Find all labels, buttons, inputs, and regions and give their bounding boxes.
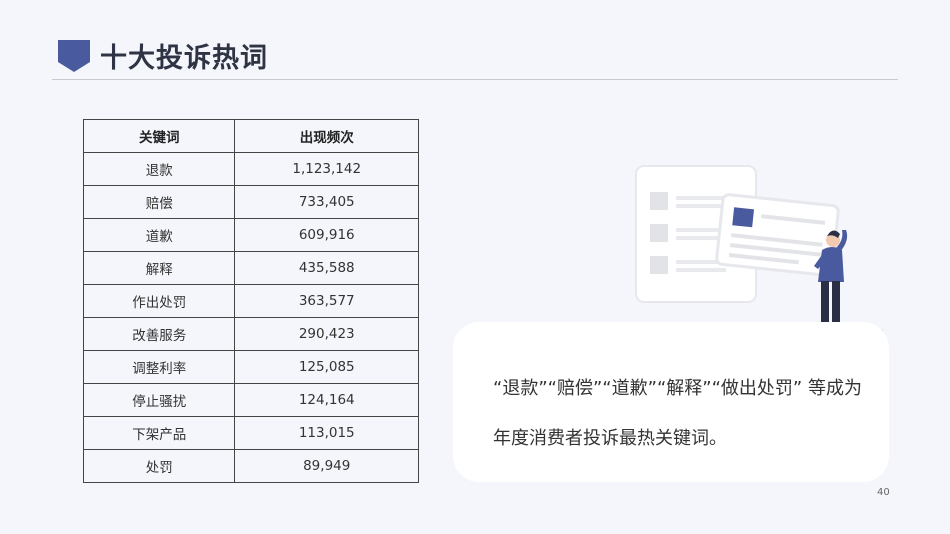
- title-divider: [52, 79, 898, 80]
- summary-card: “退款”“赔偿”“道歉”“解释”“做出处罚” 等成为年度消费者投诉最热关键词。: [453, 322, 889, 482]
- table-row: 作出处罚 363,577: [82, 284, 419, 318]
- table-row: 解释 435,588: [82, 251, 419, 285]
- table-header-row: 关键词 出现频次: [82, 119, 419, 153]
- frequency-cell: 290,423: [234, 317, 419, 351]
- keyword-cell: 调整利率: [82, 350, 236, 384]
- keyword-cell: 作出处罚: [82, 284, 236, 318]
- keyword-cell: 退款: [82, 152, 236, 186]
- keyword-cell: 停止骚扰: [82, 383, 236, 417]
- frequency-cell: 113,015: [234, 416, 419, 450]
- frequency-cell: 124,164: [234, 383, 419, 417]
- page-number: 40: [877, 487, 890, 498]
- table-row: 改善服务 290,423: [82, 317, 419, 351]
- frequency-cell: 363,577: [234, 284, 419, 318]
- frequency-cell: 1,123,142: [234, 152, 419, 186]
- summary-text: “退款”“赔偿”“道歉”“解释”“做出处罚” 等成为年度消费者投诉最热关键词。: [493, 378, 862, 449]
- frequency-cell: 435,588: [234, 251, 419, 285]
- table-row: 道歉 609,916: [82, 218, 419, 252]
- frequency-cell: 609,916: [234, 218, 419, 252]
- keyword-cell: 解释: [82, 251, 236, 285]
- keyword-cell: 道歉: [82, 218, 236, 252]
- header-keyword: 关键词: [82, 119, 236, 153]
- frequency-cell: 125,085: [234, 350, 419, 384]
- page-title: 十大投诉热词: [100, 43, 268, 74]
- person-holding-card-illustration: [635, 165, 883, 331]
- shield-icon: [58, 40, 90, 72]
- keyword-table: 关键词 出现频次 退款 1,123,142 赔偿 733,405 道歉 609,…: [82, 119, 419, 483]
- frequency-cell: 733,405: [234, 185, 419, 219]
- table-row: 调整利率 125,085: [82, 350, 419, 384]
- keyword-cell: 处罚: [82, 449, 236, 483]
- table-row: 赔偿 733,405: [82, 185, 419, 219]
- frequency-cell: 89,949: [234, 449, 419, 483]
- table-row: 下架产品 113,015: [82, 416, 419, 450]
- table-row: 处罚 89,949: [82, 449, 419, 483]
- header-frequency: 出现频次: [234, 119, 419, 153]
- keyword-cell: 改善服务: [82, 317, 236, 351]
- keyword-cell: 下架产品: [82, 416, 236, 450]
- table-row: 停止骚扰 124,164: [82, 383, 419, 417]
- keyword-cell: 赔偿: [82, 185, 236, 219]
- table-row: 退款 1,123,142: [82, 152, 419, 186]
